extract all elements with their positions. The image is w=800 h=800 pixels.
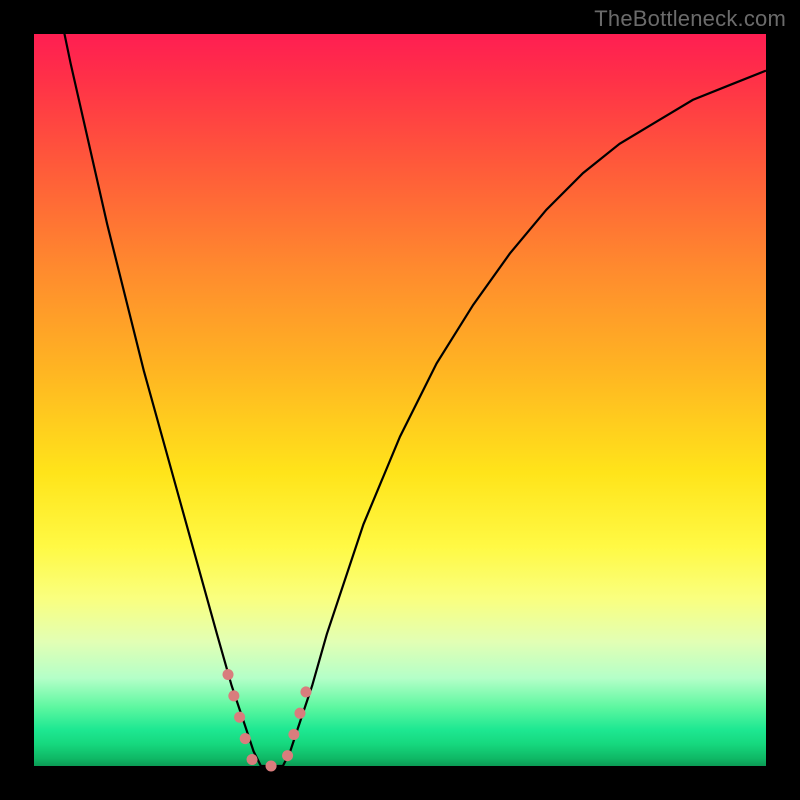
watermark-text: TheBottleneck.com bbox=[594, 6, 786, 32]
highlight-dots bbox=[228, 675, 308, 767]
chart-frame: TheBottleneck.com bbox=[0, 0, 800, 800]
curve-layer bbox=[34, 34, 766, 766]
bottleneck-curve bbox=[34, 0, 766, 766]
